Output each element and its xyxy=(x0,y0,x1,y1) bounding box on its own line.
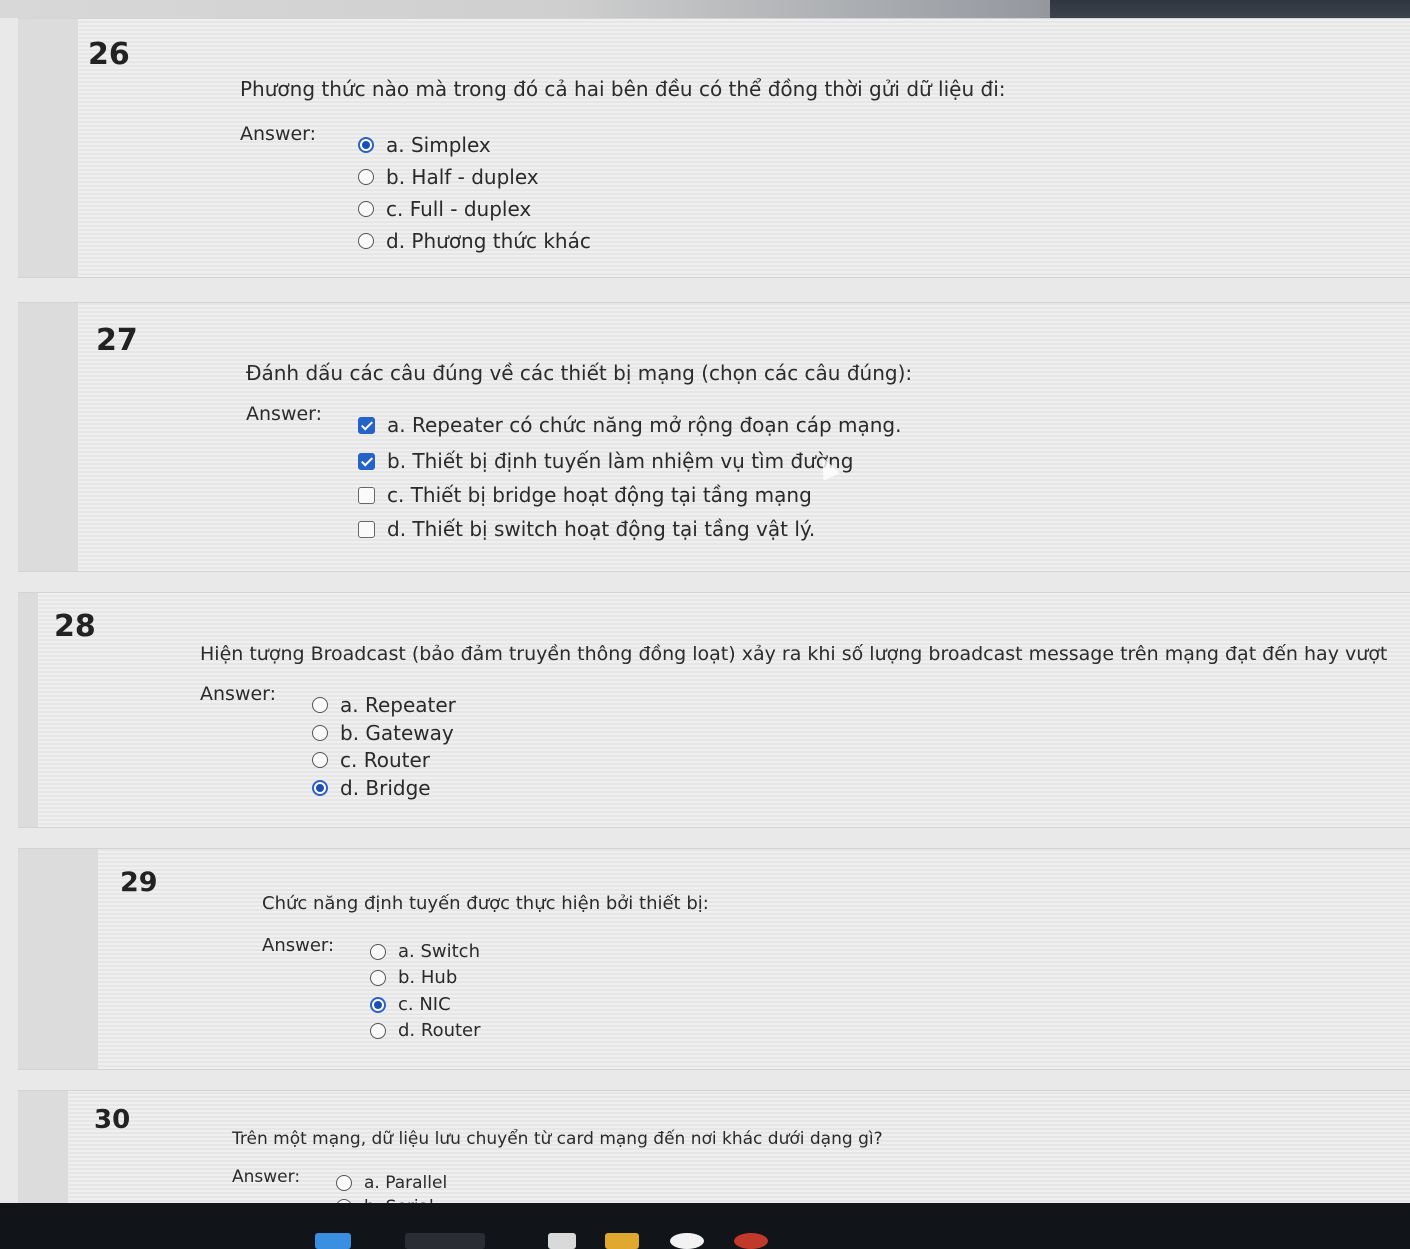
option-label: a. Parallel xyxy=(364,1173,448,1193)
option-a[interactable]: a. Parallel xyxy=(336,1173,447,1193)
radio-button[interactable] xyxy=(336,1175,352,1191)
windows-start-icon[interactable] xyxy=(315,1233,351,1249)
question-number: 26 xyxy=(88,37,130,72)
option-label: b. Thiết bị định tuyến làm nhiệm vụ tìm … xyxy=(387,449,854,473)
question-text: Phương thức nào mà trong đó cả hai bên đ… xyxy=(240,77,1006,101)
answer-label: Answer: xyxy=(240,123,317,145)
app-icon[interactable] xyxy=(734,1233,768,1249)
option-a[interactable]: a. Simplex xyxy=(358,133,491,157)
question-info-panel xyxy=(18,1091,68,1204)
option-label: a. Repeater có chức năng mở rộng đoạn cá… xyxy=(387,413,902,437)
option-d[interactable]: d. Thiết bị switch hoạt động tại tầng vậ… xyxy=(358,517,815,541)
checkbox[interactable] xyxy=(358,452,375,470)
question-text: Trên một mạng, dữ liệu lưu chuyển từ car… xyxy=(232,1129,883,1149)
option-label: b. Gateway xyxy=(340,721,454,745)
option-c[interactable]: c. Full - duplex xyxy=(358,197,531,221)
question-text: Đánh dấu các câu đúng về các thiết bị mạ… xyxy=(246,361,913,385)
option-c[interactable]: c. Router xyxy=(312,748,430,772)
option-label: d. Phương thức khác xyxy=(386,229,591,253)
answer-label: Answer: xyxy=(246,403,323,425)
question-number: 30 xyxy=(94,1105,131,1135)
question-27: 27 Đánh dấu các câu đúng về các thiết bị… xyxy=(18,302,1410,572)
radio-button[interactable] xyxy=(358,169,374,185)
option-label: a. Repeater xyxy=(340,693,456,717)
search-icon[interactable] xyxy=(405,1233,485,1249)
checkbox[interactable] xyxy=(358,416,375,434)
option-a[interactable]: a. Switch xyxy=(370,941,480,962)
browser-icon[interactable] xyxy=(670,1233,704,1249)
option-label: b. Half - duplex xyxy=(386,165,539,189)
radio-button[interactable] xyxy=(312,725,328,741)
option-d[interactable]: d. Router xyxy=(370,1020,481,1041)
question-number: 28 xyxy=(54,609,96,644)
option-label: a. Simplex xyxy=(386,133,491,157)
app-icon[interactable] xyxy=(548,1233,576,1249)
radio-button[interactable] xyxy=(312,752,328,768)
option-b[interactable]: b. Hub xyxy=(370,967,457,988)
radio-button[interactable] xyxy=(370,943,386,960)
option-label: c. Router xyxy=(340,748,430,772)
option-label: a. Switch xyxy=(398,941,480,962)
radio-button[interactable] xyxy=(312,780,328,796)
radio-button[interactable] xyxy=(358,233,374,249)
option-label: d. Router xyxy=(398,1020,481,1041)
question-info-panel xyxy=(18,593,38,827)
question-text: Chức năng định tuyến được thực hiện bởi … xyxy=(262,893,709,914)
radio-button[interactable] xyxy=(358,201,374,217)
option-label: d. Bridge xyxy=(340,776,431,800)
option-b[interactable]: b. Thiết bị định tuyến làm nhiệm vụ tìm … xyxy=(358,449,853,473)
option-b[interactable]: b. Half - duplex xyxy=(358,165,539,189)
radio-button[interactable] xyxy=(312,697,328,713)
option-a[interactable]: a. Repeater có chức năng mở rộng đoạn cá… xyxy=(358,413,901,437)
taskbar xyxy=(0,1203,1410,1249)
radio-button[interactable] xyxy=(370,969,386,986)
option-d[interactable]: d. Phương thức khác xyxy=(358,229,591,253)
option-label: c. NIC xyxy=(398,994,451,1015)
option-label: c. Thiết bị bridge hoạt động tại tầng mạ… xyxy=(387,483,812,507)
folder-icon[interactable] xyxy=(605,1233,639,1249)
checkbox[interactable] xyxy=(358,486,375,504)
option-d[interactable]: d. Bridge xyxy=(312,776,431,800)
radio-button[interactable] xyxy=(370,1022,386,1039)
question-info-panel xyxy=(18,19,78,277)
radio-button[interactable] xyxy=(358,137,374,153)
question-number: 27 xyxy=(96,323,138,358)
option-a[interactable]: a. Repeater xyxy=(312,693,456,717)
option-label: d. Thiết bị switch hoạt động tại tầng vậ… xyxy=(387,517,816,541)
answer-label: Answer: xyxy=(200,683,277,705)
radio-button[interactable] xyxy=(370,996,386,1013)
answer-label: Answer: xyxy=(232,1167,301,1187)
option-c[interactable]: c. NIC xyxy=(370,994,451,1015)
option-c[interactable]: c. Thiết bị bridge hoạt động tại tầng mạ… xyxy=(358,483,812,507)
question-29: 29 Chức năng định tuyến được thực hiện b… xyxy=(18,848,1410,1070)
option-label: c. Full - duplex xyxy=(386,197,532,221)
question-26: 26 Phương thức nào mà trong đó cả hai bê… xyxy=(18,18,1410,278)
question-info-panel xyxy=(18,849,98,1069)
question-text: Hiện tượng Broadcast (bảo đảm truyền thô… xyxy=(200,643,1388,665)
question-30: 30 Trên một mạng, dữ liệu lưu chuyển từ … xyxy=(18,1090,1410,1217)
question-info-panel xyxy=(18,303,78,571)
browser-top-strip xyxy=(0,0,1410,100)
question-number: 29 xyxy=(120,867,158,898)
answer-label: Answer: xyxy=(262,935,335,956)
question-28: 28 Hiện tượng Broadcast (bảo đảm truyền … xyxy=(18,592,1410,828)
checkbox[interactable] xyxy=(358,520,375,538)
option-b[interactable]: b. Gateway xyxy=(312,721,454,745)
option-label: b. Hub xyxy=(398,967,458,988)
